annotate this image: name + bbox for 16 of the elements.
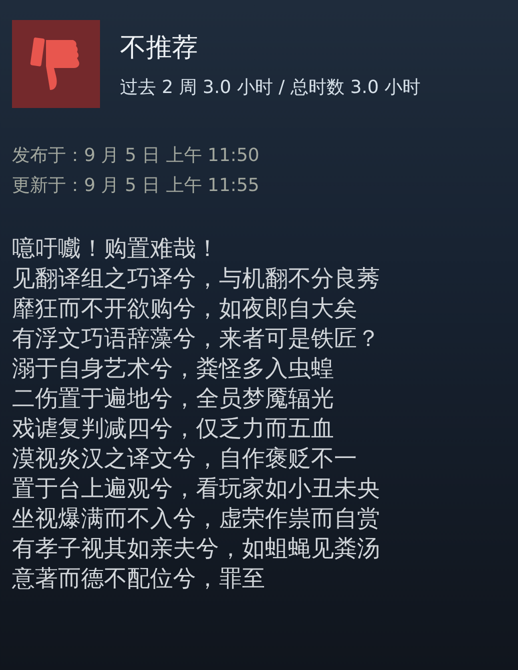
playtime-text: 过去 2 周 3.0 小时 / 总时数 3.0 小时 <box>120 76 421 100</box>
date-text: 更新于：9 月 5 日 上午 11:55 <box>12 174 260 198</box>
review-line: 置于台上遍观兮，看玩家如小丑未央 <box>12 475 381 504</box>
review-line: 噫吁嚱！购置难哉！ <box>12 235 220 264</box>
verdict-title: 不推荐 <box>120 32 199 64</box>
review-line: 二伤置于遍地兮，全员梦魇辐光 <box>12 385 335 414</box>
review-line: 戏谑复判减四兮，仅乏力而五血 <box>12 415 335 444</box>
date-text: 发布于：9 月 5 日 上午 11:50 <box>12 144 260 168</box>
review-line: 意著而德不配位兮，罪至 <box>12 565 266 594</box>
review-line: 见翻译组之巧译兮，与机翻不分良莠 <box>12 265 381 294</box>
review-line: 有浮文巧语辞藻兮，来者可是铁匠？ <box>12 325 381 354</box>
review-line: 漠视炎汉之译文兮，自作褒贬不一 <box>12 445 358 474</box>
review-line: 靡狂而不开欲购兮，如夜郎自大矣 <box>12 295 358 324</box>
review-line: 有孝子视其如亲夫兮，如蛆蝇见粪汤 <box>12 535 381 564</box>
review-line: 溺于自身艺术兮，粪怪多入虫蝗 <box>12 355 335 384</box>
review-line: 坐视爆满而不入兮，虚荣作祟而自赏 <box>12 505 381 534</box>
